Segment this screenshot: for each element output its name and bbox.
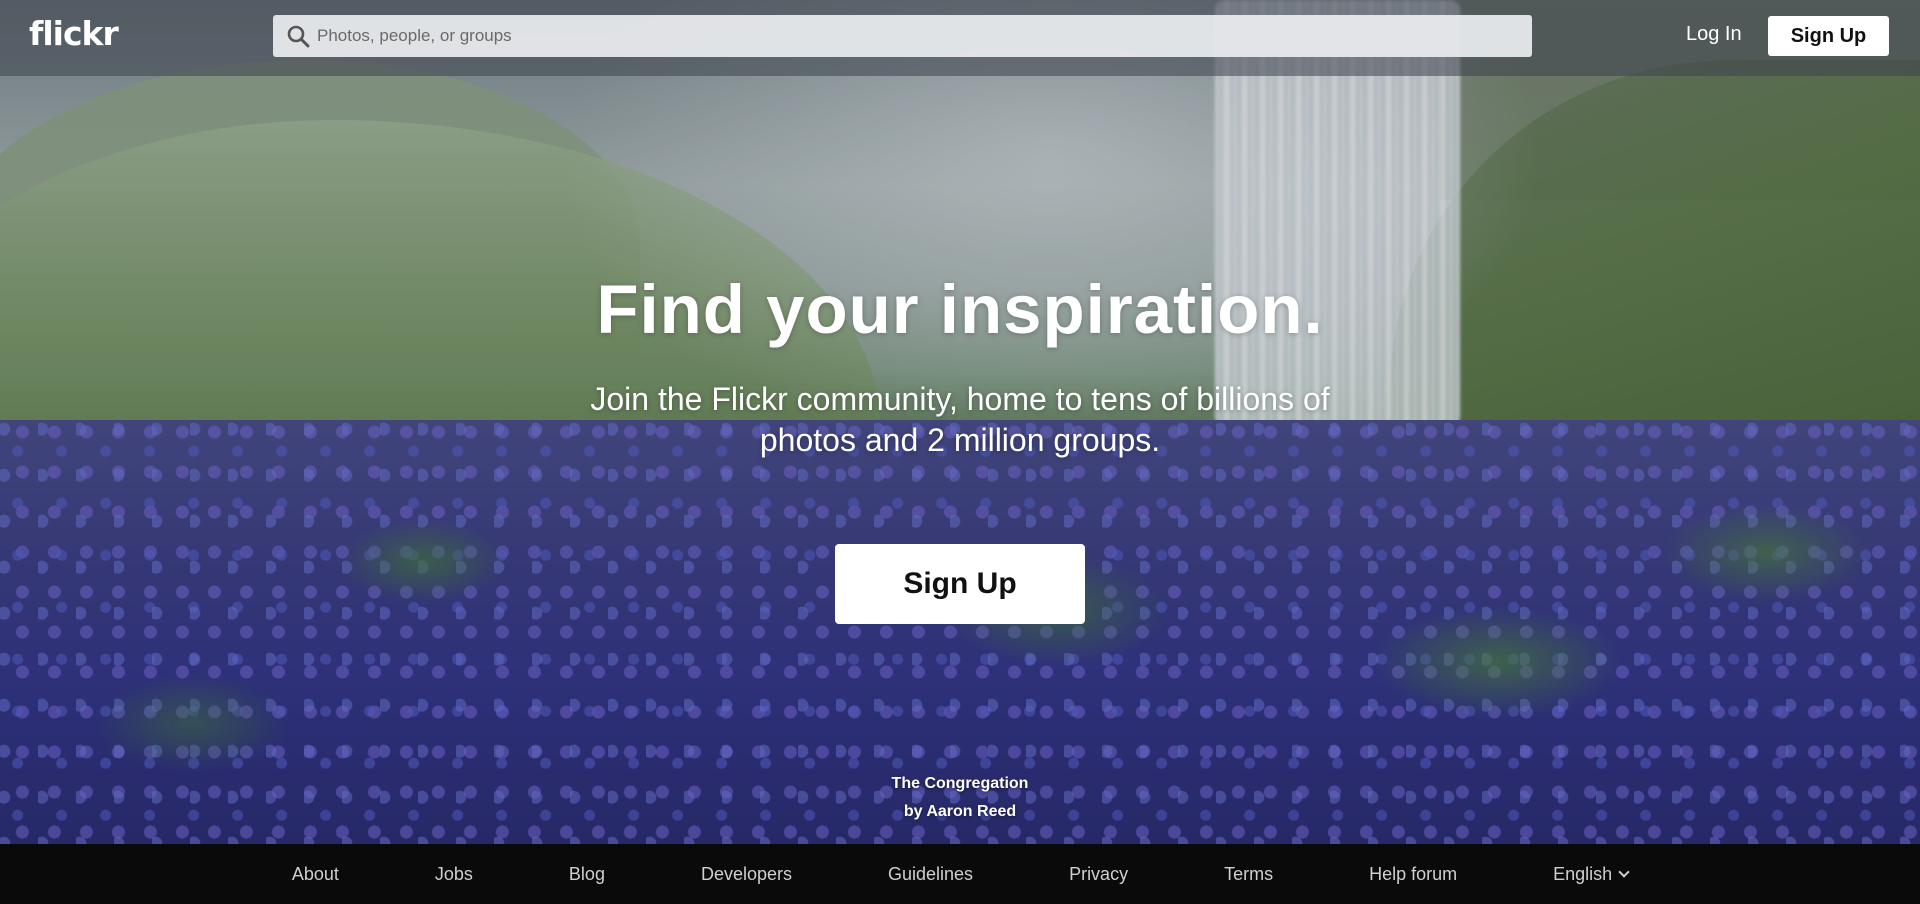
footer-link-jobs[interactable]: Jobs xyxy=(435,864,473,885)
search-icon xyxy=(285,23,311,49)
footer-link-about[interactable]: About xyxy=(292,864,339,885)
footer: About Jobs Blog Developers Guidelines Pr… xyxy=(0,844,1920,904)
search-bar[interactable] xyxy=(273,15,1532,57)
footer-link-terms[interactable]: Terms xyxy=(1224,864,1273,885)
photo-author[interactable]: by Aaron Reed xyxy=(0,798,1920,826)
hero-sign-up-button[interactable]: Sign Up xyxy=(835,544,1085,624)
photo-credit[interactable]: The Congregation by Aaron Reed xyxy=(0,770,1920,826)
hero-headline: Find your inspiration. xyxy=(596,271,1324,348)
language-selector[interactable]: English xyxy=(1553,863,1630,885)
chevron-down-icon xyxy=(1618,866,1630,878)
hero-content: Find your inspiration. Join the Flickr c… xyxy=(0,270,1920,624)
hero-subheadline: Join the Flickr community, home to tens … xyxy=(590,381,1330,458)
search-input[interactable] xyxy=(317,16,1517,56)
flickr-logo[interactable]: flickr xyxy=(29,14,119,53)
log-in-link[interactable]: Log In xyxy=(1686,23,1742,46)
photo-title[interactable]: The Congregation xyxy=(0,770,1920,798)
footer-link-guidelines[interactable]: Guidelines xyxy=(888,864,973,885)
footer-link-privacy[interactable]: Privacy xyxy=(1069,864,1128,885)
top-navigation: flickr Log In Sign Up xyxy=(0,0,1920,76)
language-label: English xyxy=(1553,863,1613,884)
footer-link-developers[interactable]: Developers xyxy=(701,864,792,885)
sign-up-button[interactable]: Sign Up xyxy=(1768,16,1889,56)
footer-link-blog[interactable]: Blog xyxy=(569,864,605,885)
footer-link-help-forum[interactable]: Help forum xyxy=(1369,864,1457,885)
